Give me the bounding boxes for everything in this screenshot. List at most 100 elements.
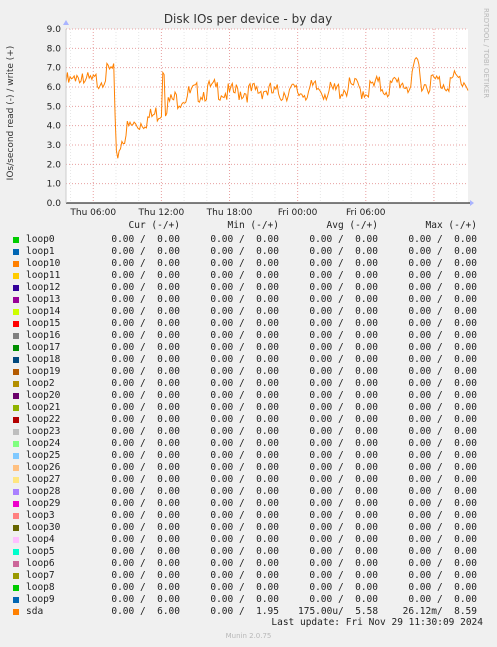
legend-avg: 0.00 / 0.00 (309, 474, 378, 485)
legend-swatch (13, 477, 19, 483)
legend-name: loop21 (26, 402, 61, 413)
legend-swatch (13, 489, 19, 495)
legend-name: loop20 (26, 390, 61, 401)
legend-avg: 0.00 / 0.00 (309, 594, 378, 605)
y-tick-label: 0.0 (47, 199, 62, 209)
legend-max: 0.00 / 0.00 (408, 234, 477, 245)
legend-cur: 0.00 / 0.00 (111, 234, 180, 245)
legend-swatch (13, 525, 19, 531)
legend-swatch (13, 297, 19, 303)
legend-avg: 0.00 / 0.00 (309, 546, 378, 557)
legend-min: 0.00 / 0.00 (210, 294, 279, 305)
legend-min: 0.00 / 0.00 (210, 318, 279, 329)
legend-row: loop24 0.00 / 0.00 0.00 / 0.00 0.00 / 0.00 0… (0, 438, 497, 450)
legend-max: 0.00 / 0.00 (408, 534, 477, 545)
legend-swatch (13, 465, 19, 471)
legend-swatch (13, 513, 19, 519)
legend-name: loop1 (26, 246, 55, 257)
legend-cur: 0.00 / 0.00 (111, 474, 180, 485)
legend-min: 0.00 / 0.00 (210, 246, 279, 257)
legend-cur: 0.00 / 0.00 (111, 450, 180, 461)
legend-name: loop6 (26, 558, 55, 569)
legend-min: 0.00 / 0.00 (210, 570, 279, 581)
y-tick-label: 3.0 (47, 141, 62, 151)
legend-row: loop22 0.00 / 0.00 0.00 / 0.00 0.00 / 0.00 0… (0, 414, 497, 426)
x-tick-labels: Thu 06:00 Thu 12:00 Thu 18:00 Fri 00:00 Fri … (69, 208, 385, 218)
legend-min: 0.00 / 0.00 (210, 258, 279, 269)
legend-row: loop23 0.00 / 0.00 0.00 / 0.00 0.00 / 0.00 0… (0, 426, 497, 438)
legend-cur: 0.00 / 0.00 (111, 354, 180, 365)
legend-min: 0.00 / 0.00 (210, 390, 279, 401)
plot-area (66, 29, 468, 203)
legend-max: 0.00 / 0.00 (408, 486, 477, 497)
legend-avg: 0.00 / 0.00 (309, 294, 378, 305)
legend-swatch (13, 537, 19, 543)
last-update: Last update: Fri Nov 29 11:30:09 2024 (271, 617, 483, 628)
legend-row: loop18 0.00 / 0.00 0.00 / 0.00 0.00 / 0.00 0… (0, 354, 497, 366)
x-tick-label: Fri 06:00 (346, 208, 386, 218)
legend-name: loop15 (26, 318, 61, 329)
legend-min: 0.00 / 0.00 (210, 534, 279, 545)
legend-cur: 0.00 / 0.00 (111, 522, 180, 533)
legend-min: 0.00 / 1.95 (210, 606, 279, 617)
legend-cur: 0.00 / 0.00 (111, 498, 180, 509)
legend-max: 0.00 / 0.00 (408, 522, 477, 533)
legend-row: loop1 0.00 / 0.00 0.00 / 0.00 0.00 / 0.00 0.… (0, 246, 497, 258)
legend-min: 0.00 / 0.00 (210, 546, 279, 557)
legend-max: 0.00 / 0.00 (408, 282, 477, 293)
legend-avg: 175.00u/ 5.58 (298, 606, 379, 617)
legend-min: 0.00 / 0.00 (210, 510, 279, 521)
legend-max: 0.00 / 0.00 (408, 498, 477, 509)
legend-cur: 0.00 / 0.00 (111, 570, 180, 581)
legend-max: 0.00 / 0.00 (408, 318, 477, 329)
legend-swatch (13, 585, 19, 591)
y-axis-label: IOs/second read (-) / write (+) (6, 46, 16, 181)
legend-min: 0.00 / 0.00 (210, 402, 279, 413)
legend-swatch (13, 441, 19, 447)
legend-cur: 0.00 / 0.00 (111, 462, 180, 473)
legend-swatch (13, 357, 19, 363)
legend-swatch (13, 405, 19, 411)
legend-max: 0.00 / 0.00 (408, 306, 477, 317)
legend-swatch (13, 597, 19, 603)
legend-avg: 0.00 / 0.00 (309, 318, 378, 329)
legend-avg: 0.00 / 0.00 (309, 282, 378, 293)
y-tick-label: 9.0 (47, 25, 62, 35)
legend-swatch (13, 561, 19, 567)
legend-cur: 0.00 / 0.00 (111, 438, 180, 449)
legend-cur: 0.00 / 0.00 (111, 594, 180, 605)
legend-swatch (13, 261, 19, 267)
legend-avg: 0.00 / 0.00 (309, 510, 378, 521)
legend-max: 0.00 / 0.00 (408, 246, 477, 257)
legend-row: loop13 0.00 / 0.00 0.00 / 0.00 0.00 / 0.00 0… (0, 294, 497, 306)
chart-title: Disk IOs per device - by day (164, 12, 332, 26)
legend-min: 0.00 / 0.00 (210, 486, 279, 497)
legend-cur: 0.00 / 0.00 (111, 306, 180, 317)
legend-max: 26.12m/ 8.59 (402, 606, 477, 617)
legend-max: 0.00 / 0.00 (408, 438, 477, 449)
legend-max: 0.00 / 0.00 (408, 342, 477, 353)
legend-min: 0.00 / 0.00 (210, 330, 279, 341)
y-tick-label: 5.0 (47, 102, 62, 112)
legend-row: loop27 0.00 / 0.00 0.00 / 0.00 0.00 / 0.00 0… (0, 474, 497, 486)
legend-swatch (13, 573, 19, 579)
legend-avg: 0.00 / 0.00 (309, 486, 378, 497)
legend-min: 0.00 / 0.00 (210, 498, 279, 509)
legend-swatch (13, 369, 19, 375)
legend-row: loop9 0.00 / 0.00 0.00 / 0.00 0.00 / 0.00 0.… (0, 594, 497, 606)
legend-row: loop8 0.00 / 0.00 0.00 / 0.00 0.00 / 0.00 0.… (0, 582, 497, 594)
legend-min: 0.00 / 0.00 (210, 270, 279, 281)
legend-swatch (13, 609, 19, 615)
legend-cur: 0.00 / 0.00 (111, 330, 180, 341)
legend-min: 0.00 / 0.00 (210, 582, 279, 593)
legend-max: 0.00 / 0.00 (408, 354, 477, 365)
legend-cur: 0.00 / 0.00 (111, 366, 180, 377)
legend-min: 0.00 / 0.00 (210, 438, 279, 449)
legend-max: 0.00 / 0.00 (408, 366, 477, 377)
legend-name: loop7 (26, 570, 55, 581)
legend-row: loop16 0.00 / 0.00 0.00 / 0.00 0.00 / 0.00 0… (0, 330, 497, 342)
x-axis-arrow-icon (470, 200, 474, 206)
legend-cur: 0.00 / 0.00 (111, 426, 180, 437)
legend-row: loop2 0.00 / 0.00 0.00 / 0.00 0.00 / 0.00 0.… (0, 378, 497, 390)
munin-version: Munin 2.0.75 (225, 632, 272, 640)
